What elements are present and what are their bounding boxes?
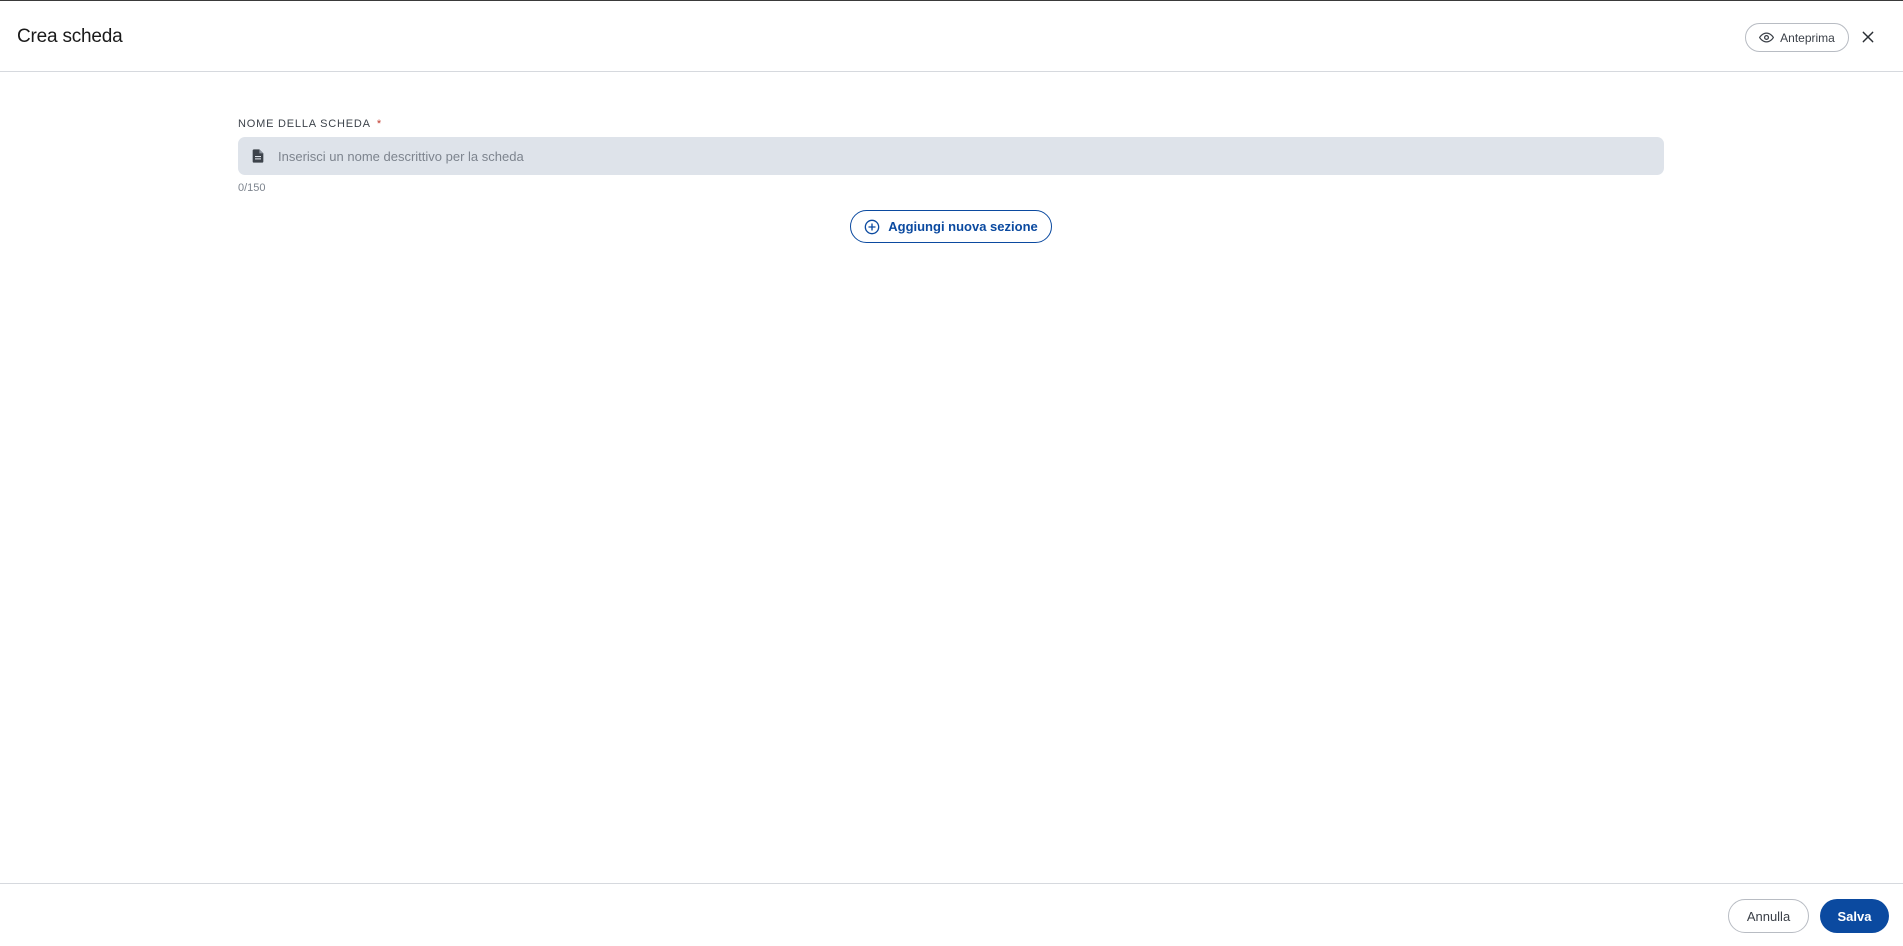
required-mark: *: [376, 118, 382, 130]
char-counter: 0/150: [238, 182, 266, 194]
eye-icon: [1759, 32, 1775, 43]
add-section-button[interactable]: Aggiungi nuova sezione: [850, 210, 1052, 243]
page-title: Crea scheda: [17, 26, 123, 47]
create-card-dialog: Crea scheda Anteprima NOME DELLA SCHEDA *: [0, 0, 1903, 946]
preview-button-label: Anteprima: [1780, 30, 1835, 45]
card-name-input[interactable]: [278, 137, 1648, 175]
save-button[interactable]: Salva: [1820, 899, 1889, 933]
plus-circle-icon: [864, 219, 880, 234]
close-button[interactable]: [1856, 25, 1880, 49]
dialog-header: Crea scheda Anteprima: [0, 1, 1903, 72]
card-name-label: NOME DELLA SCHEDA *: [238, 118, 382, 130]
card-name-label-text: NOME DELLA SCHEDA: [238, 118, 371, 130]
cancel-button[interactable]: Annulla: [1728, 899, 1809, 933]
dialog-footer: Annulla Salva: [0, 883, 1903, 946]
document-icon: [252, 149, 264, 163]
add-section-label: Aggiungi nuova sezione: [888, 219, 1038, 234]
preview-button[interactable]: Anteprima: [1745, 23, 1849, 52]
close-icon: [1862, 31, 1874, 43]
card-name-field: [238, 137, 1664, 175]
